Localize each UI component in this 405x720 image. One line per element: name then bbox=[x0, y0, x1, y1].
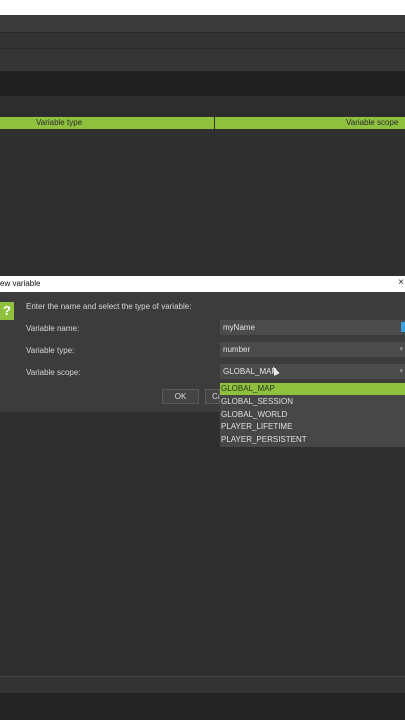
close-icon[interactable]: × bbox=[398, 277, 404, 288]
dropdown-option-player-lifetime[interactable]: PLAYER_LIFETIME bbox=[220, 421, 405, 433]
top-bar bbox=[0, 0, 405, 15]
variable-scope-value: GLOBAL_MAP bbox=[223, 367, 277, 376]
variable-name-input[interactable]: myName bbox=[220, 320, 405, 335]
panel-spacer bbox=[0, 96, 405, 116]
dialog-title: ew variable bbox=[0, 279, 41, 288]
cancel-button[interactable]: Ca bbox=[205, 389, 220, 404]
input-indicator-icon bbox=[401, 322, 405, 332]
dialog-instruction: Enter the name and select the type of va… bbox=[26, 302, 192, 311]
status-bar bbox=[0, 676, 405, 694]
dialog-title-bar: ew variable × bbox=[0, 276, 405, 292]
panel-header bbox=[0, 49, 405, 71]
ok-button[interactable]: OK bbox=[162, 389, 199, 404]
variable-type-select[interactable]: number ▾ bbox=[220, 342, 405, 357]
column-divider[interactable] bbox=[214, 117, 215, 129]
dropdown-option-global-session[interactable]: GLOBAL_SESSION bbox=[220, 396, 405, 408]
chevron-down-icon: ▾ bbox=[399, 346, 403, 353]
variable-name-label: Variable name: bbox=[26, 324, 80, 333]
variable-type-label: Variable type: bbox=[26, 346, 75, 355]
chevron-down-icon: ▾ bbox=[399, 368, 403, 375]
variables-table-header: Variable type Variable scope bbox=[0, 117, 405, 129]
variable-name-value: myName bbox=[223, 323, 256, 332]
scope-dropdown-list: GLOBAL_MAP GLOBAL_SESSION GLOBAL_WORLD P… bbox=[220, 383, 405, 447]
panel-dark-band bbox=[0, 71, 405, 96]
column-header-variable-type[interactable]: Variable type bbox=[36, 118, 82, 127]
variable-scope-select[interactable]: GLOBAL_MAP ▾ bbox=[220, 364, 405, 379]
column-header-variable-scope[interactable]: Variable scope bbox=[346, 118, 398, 127]
bottom-panel bbox=[0, 693, 405, 720]
variable-type-value: number bbox=[223, 345, 251, 354]
toolbar-strip bbox=[0, 15, 405, 33]
variable-scope-label: Variable scope: bbox=[26, 368, 81, 377]
dropdown-option-global-world[interactable]: GLOBAL_WORLD bbox=[220, 409, 405, 421]
variables-table-body bbox=[0, 129, 405, 275]
dropdown-option-player-persistent[interactable]: PLAYER_PERSISTENT bbox=[220, 434, 405, 446]
toolbar-strip-secondary bbox=[0, 33, 405, 49]
help-icon: ? bbox=[0, 302, 14, 320]
dropdown-option-global-map[interactable]: GLOBAL_MAP bbox=[220, 383, 405, 395]
